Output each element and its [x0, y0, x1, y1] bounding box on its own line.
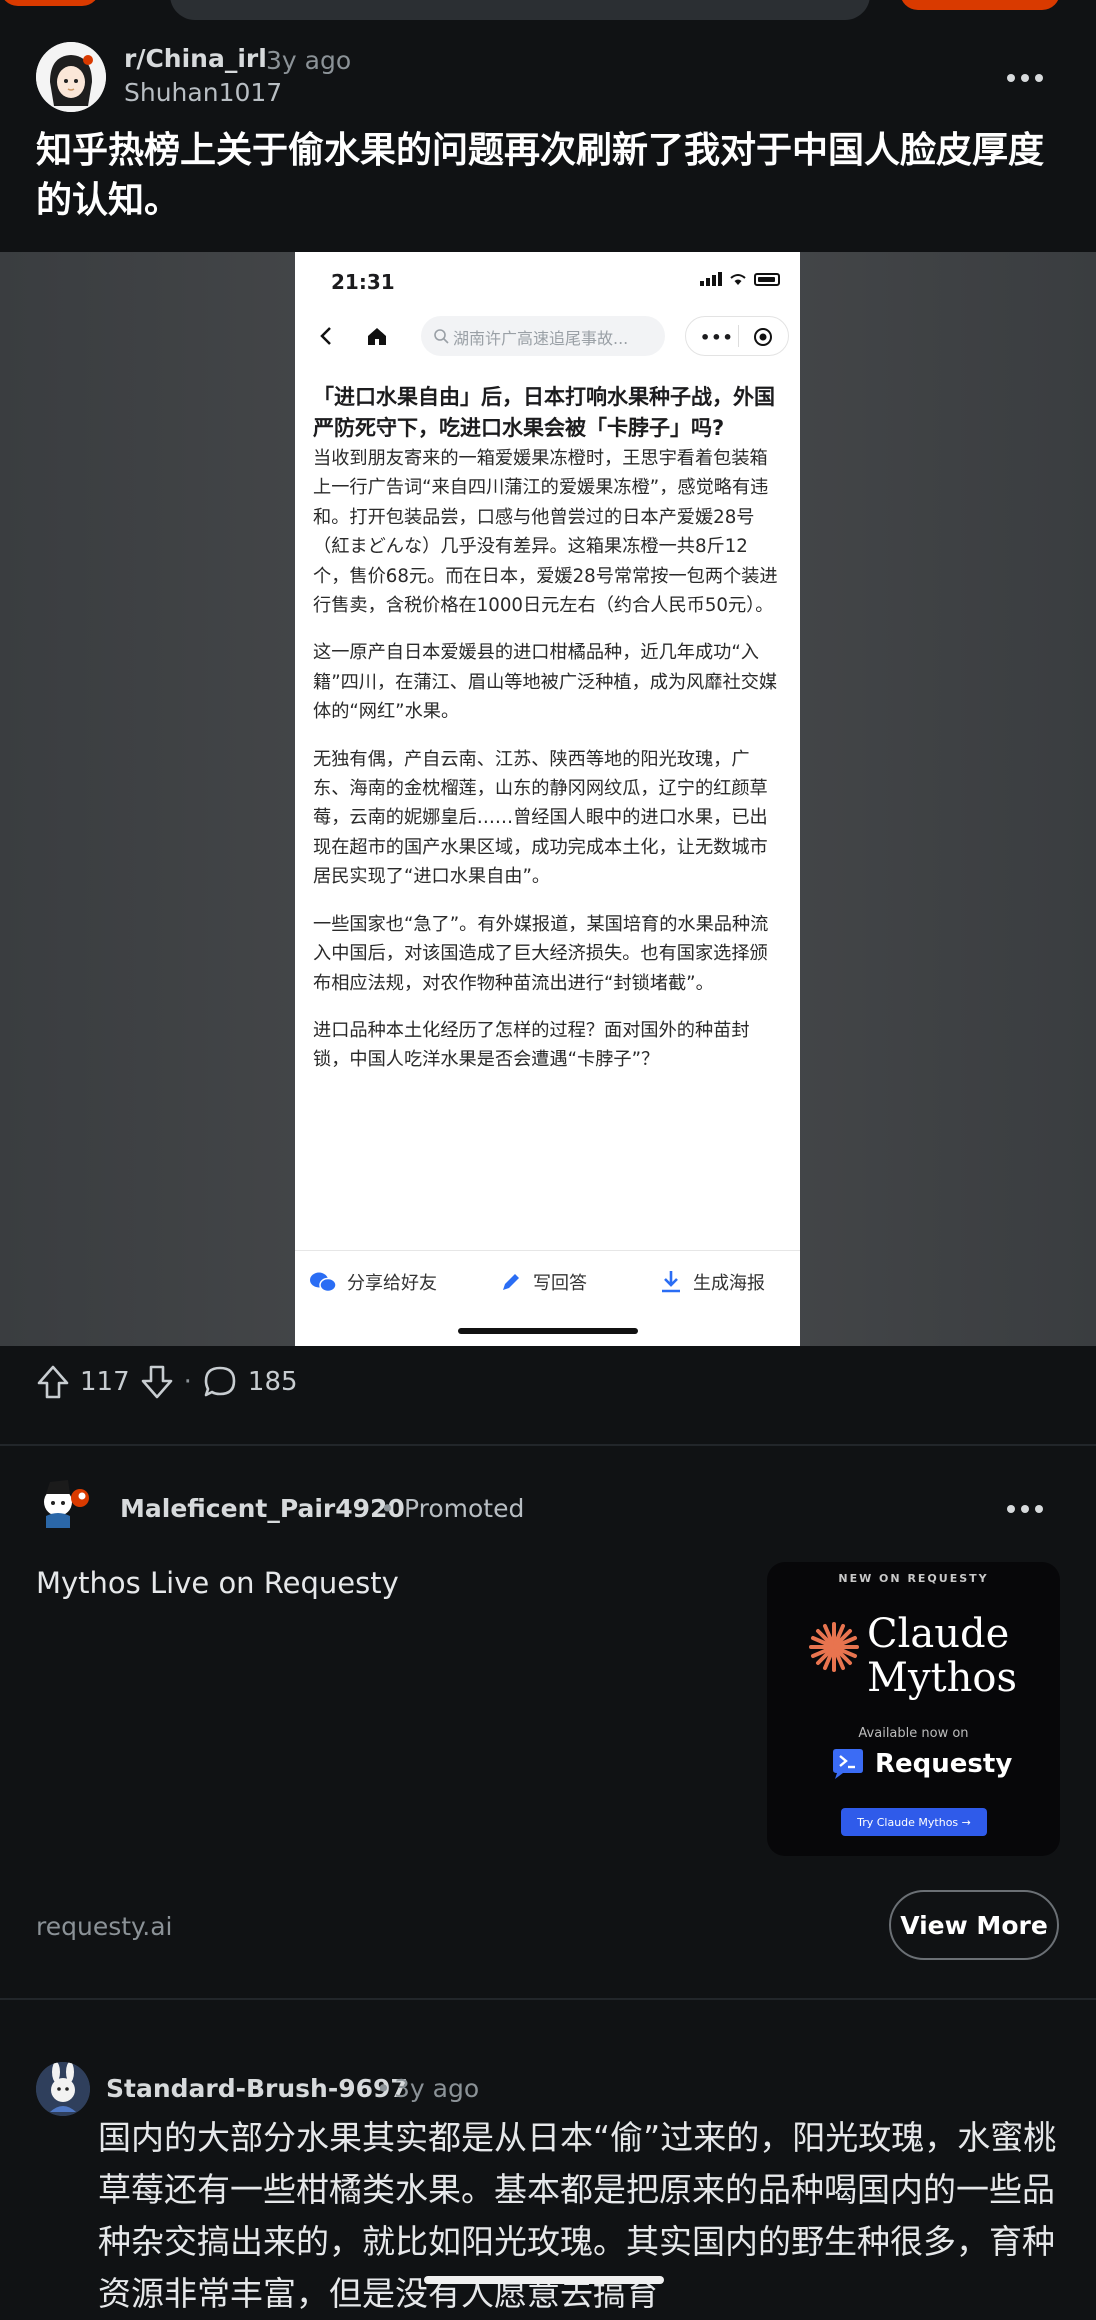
search-icon	[434, 329, 449, 344]
ad-creative-image[interactable]: NEW ON REQUESTY Claude Mythos Available …	[767, 1562, 1060, 1856]
creative-requesty: Requesty	[831, 1748, 1012, 1780]
share-label: 分享给好友	[347, 1273, 437, 1294]
comment-count[interactable]: 185	[248, 1367, 298, 1397]
creative-kicker: NEW ON REQUESTY	[838, 1572, 989, 1585]
download-icon	[662, 1271, 680, 1293]
article-paragraph: 当收到朋友寄来的一箱爱媛果冻橙时，王思宇看着包装箱上一行广告词“来自四川蒲江的爱…	[313, 448, 778, 617]
ad-domain[interactable]: requesty.ai	[36, 1912, 172, 1941]
more-options-icon[interactable]	[1005, 1499, 1045, 1519]
back-arrow-icon	[320, 327, 331, 345]
creative-brand-line2: Mythos	[867, 1655, 1017, 1701]
upvote-icon[interactable]	[36, 1364, 70, 1400]
view-more-button[interactable]: View More	[889, 1890, 1059, 1960]
phone-search-placeholder: 湖南许广高速追尾事故...	[453, 329, 629, 348]
post-age: 3y ago	[266, 46, 352, 75]
share-action: 分享给好友	[309, 1269, 437, 1295]
signal-icon	[700, 272, 722, 286]
subreddit-name[interactable]: r/China_irl	[124, 44, 267, 73]
commenter-avatar[interactable]	[36, 2062, 90, 2116]
comment-age: 3y ago	[394, 2074, 480, 2103]
wechat-icon	[310, 1272, 337, 1293]
phone-action-bar: 分享给好友 写回答 生成海报	[295, 1250, 800, 1311]
article-paragraph: 这一原产自日本爱媛县的进口柑橘品种，近几年成功“入籍”四川，在蒲江、眉山等地被广…	[313, 642, 778, 723]
article-body: 「进口水果自由」后，日本打响水果种子战，外国严防死守下，吃进口水果会被「卡脖子」…	[313, 382, 783, 1093]
creative-brand-line1: Claude	[867, 1611, 1010, 1657]
promoted-label: Promoted	[404, 1494, 525, 1523]
reddit-logo[interactable]	[0, 0, 100, 6]
section-divider	[0, 1998, 1096, 2000]
advertiser-avatar[interactable]	[36, 1472, 98, 1534]
wifi-icon	[730, 274, 746, 285]
advertiser-name[interactable]: Maleficent_Pair4920	[120, 1494, 405, 1523]
creative-cta: Try Claude Mythos →	[841, 1808, 987, 1836]
downvote-icon[interactable]	[140, 1364, 174, 1400]
creative-requesty-label: Requesty	[875, 1749, 1013, 1779]
article-paragraph: 无独有偶，产自云南、江苏、陕西等地的阳光玫瑰，广东、海南的金枕榴莲，山东的静冈网…	[313, 748, 768, 888]
vote-separator: ·	[183, 1367, 192, 1397]
article-title: 「进口水果自由」后，日本打响水果种子战，外国严防死守下，吃进口水果会被「卡脖子」…	[313, 385, 775, 440]
comment-icon[interactable]	[202, 1364, 238, 1400]
answer-label: 写回答	[533, 1273, 587, 1294]
article-paragraph: 一些国家也“急了”。有外媒报道，某国培育的水果品种流入中国后，对该国造成了巨大经…	[313, 913, 769, 994]
post-action-bar: 117 · 185	[36, 1362, 298, 1402]
requesty-logo-icon	[833, 1749, 863, 1779]
comment-body[interactable]: 国内的大部分水果其实都是从日本“偷”过来的，阳光玫瑰，水蜜桃草莓还有一些柑橘类水…	[98, 2112, 1058, 2320]
creative-available: Available now on	[858, 1726, 969, 1741]
meta-separator: •	[376, 2074, 391, 2103]
meta-separator: •	[380, 1494, 395, 1523]
post-image[interactable]: 21:31 湖南许广高速追尾事故... ••• 「进口水果自由」后，日本打响水果…	[295, 252, 800, 1346]
claude-starburst-icon	[809, 1622, 859, 1672]
phone-status-icons	[700, 272, 780, 286]
pencil-icon	[503, 1274, 519, 1290]
commenter-name[interactable]: Standard-Brush-9697	[106, 2074, 408, 2103]
home-icon	[368, 328, 386, 345]
battery-icon	[754, 272, 780, 286]
section-divider	[0, 1444, 1096, 1446]
capsule-close-icon	[754, 328, 772, 346]
top-app-bar	[0, 0, 1096, 22]
capsule-more-icon: •••	[700, 328, 734, 347]
account-button[interactable]	[900, 0, 1060, 10]
phone-nav-bar: 湖南许广高速追尾事故... •••	[307, 316, 789, 356]
phone-home-indicator	[458, 1328, 638, 1334]
poster-action: 生成海报	[659, 1269, 765, 1295]
vote-count: 117	[80, 1367, 130, 1397]
miniprogram-capsule: •••	[685, 316, 789, 356]
search-bar[interactable]	[170, 0, 870, 20]
phone-clock: 21:31	[331, 270, 395, 294]
poster-label: 生成海报	[693, 1273, 765, 1294]
post-author[interactable]: Shuhan1017	[124, 78, 282, 107]
ad-headline[interactable]: Mythos Live on Requesty	[36, 1566, 399, 1600]
phone-search-pill: 湖南许广高速追尾事故...	[421, 316, 665, 356]
post-title[interactable]: 知乎热榜上关于偷水果的问题再次刷新了我对于中国人脸皮厚度的认知。	[36, 126, 1066, 226]
creative-brand: Claude Mythos	[867, 1612, 1017, 1700]
answer-action: 写回答	[499, 1269, 587, 1295]
more-options-icon[interactable]	[1005, 68, 1045, 88]
home-indicator[interactable]	[424, 2276, 664, 2284]
article-paragraph: 进口品种本土化经历了怎样的过程？面对国外的种苗封锁，中国人吃洋水果是否会遭遇“卡…	[313, 1019, 750, 1071]
subreddit-avatar[interactable]	[36, 42, 106, 112]
